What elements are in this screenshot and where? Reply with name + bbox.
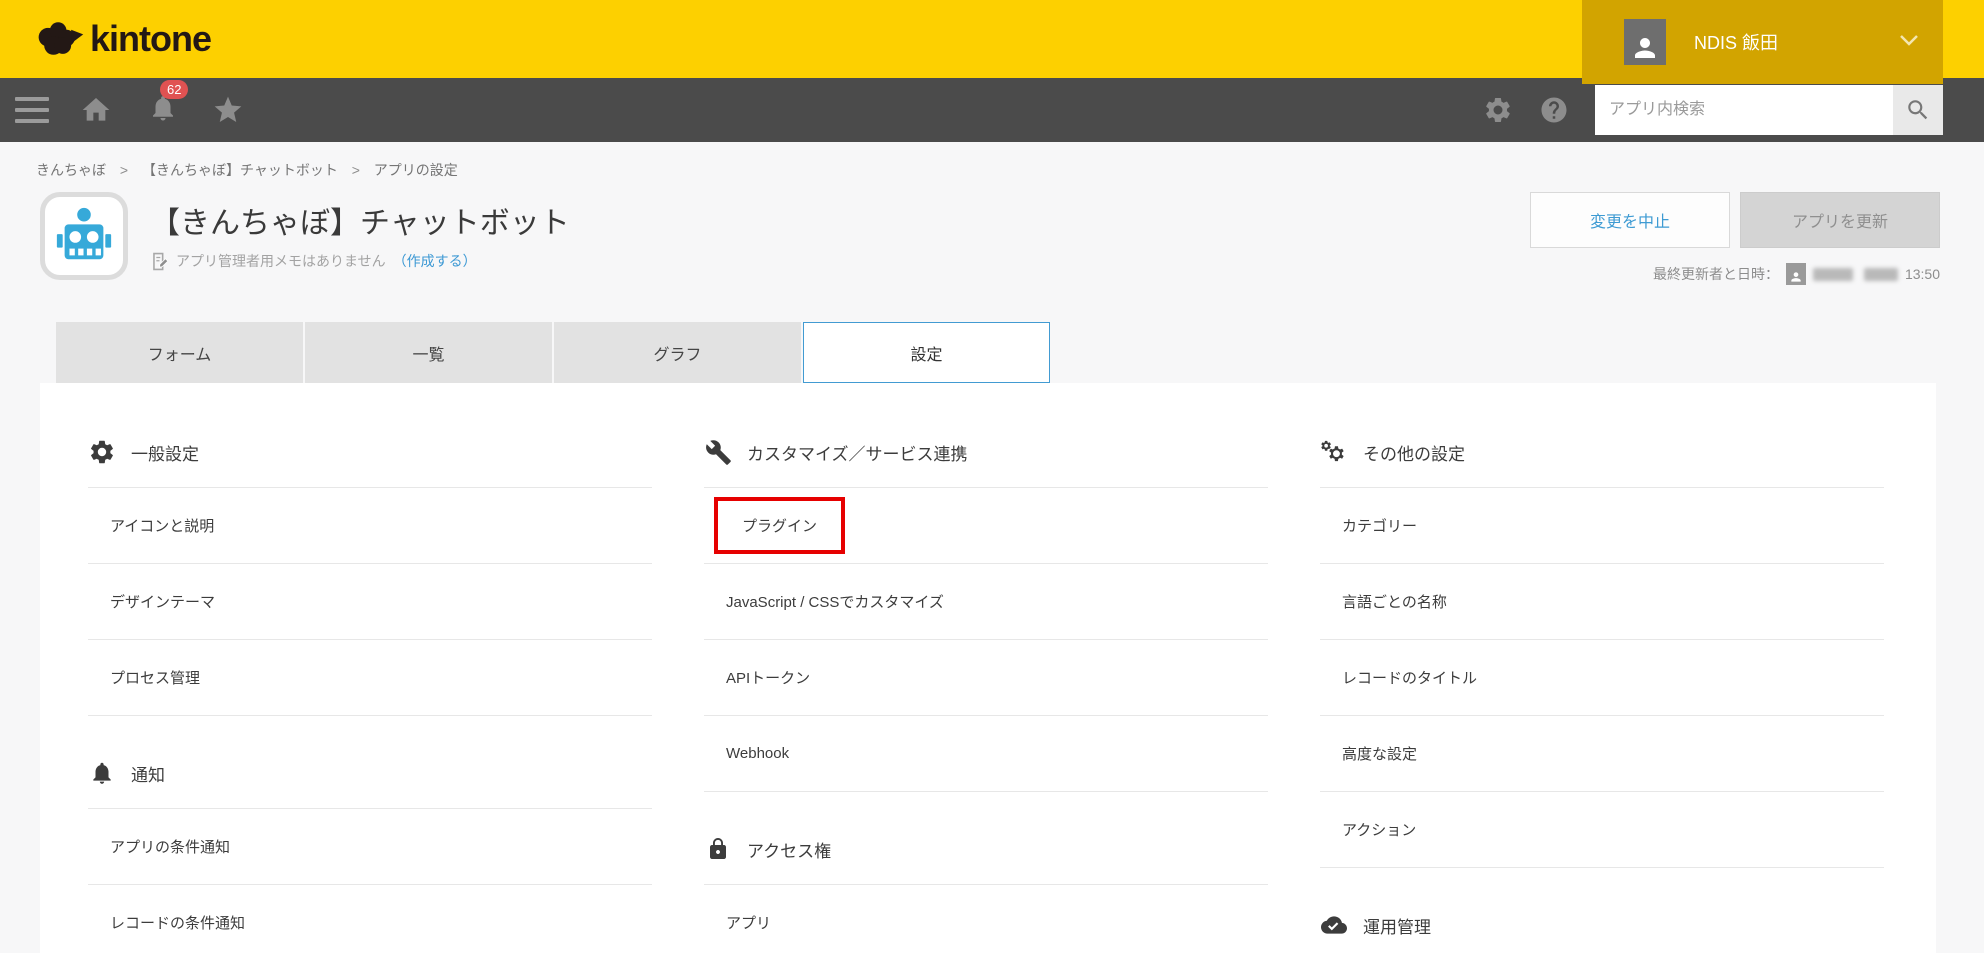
redacted-user-name <box>1863 267 1898 281</box>
kintone-logo-icon <box>38 22 84 55</box>
breadcrumb: きんちゃぼ > 【きんちゃぼ】チャットボット > アプリの設定 <box>36 160 1984 180</box>
settings-column-1: 一般設定 アイコンと説明 デザインテーマ プロセス管理 通知 アプリの条件通知 … <box>88 429 652 953</box>
person-icon <box>1791 272 1801 282</box>
settings-item-localization[interactable]: 言語ごとの名称 <box>1320 564 1884 640</box>
section-customize-integration: カスタマイズ／サービス連携 <box>704 429 1268 475</box>
page-title: 【きんちゃぼ】チャットボット <box>150 207 570 240</box>
notifications-bell[interactable]: 62 <box>148 79 189 129</box>
settings-item-record-notifications[interactable]: レコードの条件通知 <box>88 885 652 953</box>
breadcrumb-app[interactable]: 【きんちゃぼ】チャットボット <box>142 162 338 178</box>
cloud-check-icon <box>1320 912 1348 938</box>
settings-item-advanced[interactable]: 高度な設定 <box>1320 716 1884 792</box>
settings-item-action[interactable]: アクション <box>1320 792 1884 868</box>
tab-form[interactable]: フォーム <box>56 322 303 383</box>
settings-item-icon-description[interactable]: アイコンと説明 <box>88 488 652 564</box>
settings-item-app-notifications[interactable]: アプリの条件通知 <box>88 809 652 885</box>
help-icon[interactable] <box>1539 95 1569 125</box>
settings-item-design-theme[interactable]: デザインテーマ <box>88 564 652 640</box>
settings-panel: 一般設定 アイコンと説明 デザインテーマ プロセス管理 通知 アプリの条件通知 … <box>40 383 1936 953</box>
tab-settings[interactable]: 設定 <box>803 322 1050 383</box>
section-permissions: アクセス権 <box>704 826 1268 872</box>
breadcrumb-space[interactable]: きんちゃぼ <box>36 162 106 178</box>
logo-text: kintone <box>90 18 212 59</box>
user-name: NDIS 飯田 <box>1694 33 1779 53</box>
settings-item-category[interactable]: カテゴリー <box>1320 488 1884 564</box>
breadcrumb-current: アプリの設定 <box>373 162 458 178</box>
section-notifications: 通知 <box>88 750 652 796</box>
app-robot-icon <box>40 192 128 280</box>
memo-text: アプリ管理者用メモはありません <box>176 253 386 269</box>
redacted-user-name <box>1812 267 1853 281</box>
red-highlight-box: プラグイン <box>714 497 846 554</box>
gear-icon <box>88 438 116 466</box>
memo-icon <box>153 252 169 270</box>
cancel-changes-button[interactable]: 変更を中止 <box>1530 192 1730 248</box>
settings-item-app-permissions[interactable]: アプリ <box>704 885 1268 953</box>
settings-item-process-management[interactable]: プロセス管理 <box>88 640 652 716</box>
robot-icon <box>56 207 112 260</box>
last-updated-label: 最終更新者と日時： <box>1652 266 1779 282</box>
settings-item-record-title[interactable]: レコードのタイトル <box>1320 640 1884 716</box>
search-button[interactable] <box>1893 85 1943 135</box>
user-avatar <box>1624 19 1666 65</box>
user-menu[interactable]: NDIS 飯田 <box>1582 0 1943 84</box>
settings-item-api-token[interactable]: APIトークン <box>704 640 1268 716</box>
app-search <box>1595 85 1943 135</box>
home-icon[interactable] <box>80 94 112 126</box>
tab-graph[interactable]: グラフ <box>554 322 801 383</box>
last-updated-row: 最終更新者と日時： 13:50 <box>1653 263 1940 285</box>
person-icon <box>1635 38 1655 58</box>
settings-column-2: カスタマイズ／サービス連携 プラグイン JavaScript / CSSでカスタ… <box>704 429 1268 953</box>
settings-item-webhook[interactable]: Webhook <box>704 716 1268 792</box>
updater-avatar <box>1785 263 1806 285</box>
breadcrumb-separator: > <box>119 162 129 178</box>
tab-list[interactable]: 一覧 <box>305 322 552 383</box>
breadcrumb-separator: > <box>351 162 360 178</box>
kintone-logo[interactable]: kintone <box>34 17 212 61</box>
section-operations-management: 運用管理 <box>1320 902 1884 948</box>
navbar: 62 <box>0 78 1984 142</box>
favorites-star-icon[interactable] <box>212 94 244 126</box>
settings-item-plugins[interactable]: プラグイン <box>704 488 1268 564</box>
create-memo-link[interactable]: （作成する） <box>393 251 477 271</box>
top-header: kintone NDIS 飯田 <box>0 0 1984 84</box>
settings-item-js-css-customize[interactable]: JavaScript / CSSでカスタマイズ <box>704 564 1268 640</box>
search-icon <box>1908 100 1928 120</box>
last-updated-time: 13:50 <box>1904 266 1940 282</box>
lock-icon <box>704 835 732 863</box>
chevron-down-icon <box>1899 33 1919 51</box>
settings-gear-icon[interactable] <box>1483 95 1513 125</box>
settings-column-3: その他の設定 カテゴリー 言語ごとの名称 レコードのタイトル 高度な設定 アクシ… <box>1320 429 1884 953</box>
search-input[interactable] <box>1595 85 1893 135</box>
hamburger-menu-icon[interactable] <box>15 97 49 123</box>
notification-count-badge: 62 <box>160 79 189 99</box>
section-general-settings: 一般設定 <box>88 429 652 475</box>
gears-icon <box>1320 437 1348 467</box>
wrench-icon <box>704 439 732 466</box>
bell-icon <box>88 759 116 787</box>
app-title-row: 【きんちゃぼ】チャットボット アプリ管理者用メモはありません （作成する） 変更… <box>40 192 1940 292</box>
app-tabs: フォーム 一覧 グラフ 設定 <box>56 322 1984 383</box>
section-other-settings: その他の設定 <box>1320 429 1884 475</box>
update-app-button[interactable]: アプリを更新 <box>1740 192 1940 248</box>
